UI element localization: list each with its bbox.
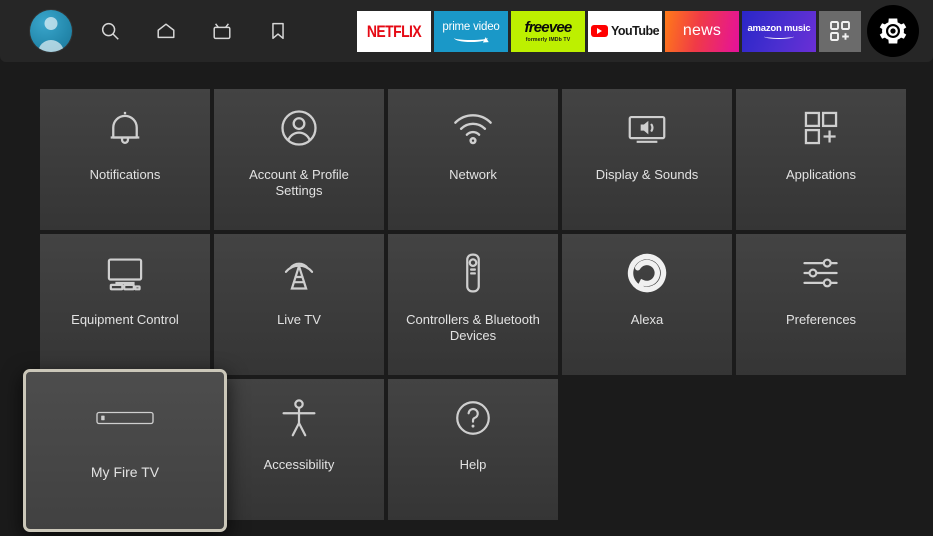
sliders-icon: [736, 234, 906, 312]
settings-tile-label: Account & Profile Settings: [249, 167, 349, 198]
alexa-ring-icon: [562, 234, 732, 312]
settings-tile-alexa[interactable]: Alexa: [562, 234, 732, 375]
equipment-tv-icon: [40, 234, 210, 312]
question-circle-icon: [388, 379, 558, 457]
apps-grid-button[interactable]: [819, 10, 861, 52]
profile-avatar[interactable]: [30, 10, 72, 52]
app-sublabel-freevee: formerly IMDb TV: [525, 37, 571, 43]
app-label-amazon-music: amazon music: [747, 23, 811, 34]
app-label-youtube: YouTube: [610, 24, 660, 38]
youtube-play-icon: [590, 25, 608, 37]
app-label-prime-video: prime video: [442, 20, 500, 33]
settings-tile-accessibility[interactable]: Accessibility: [214, 379, 384, 520]
settings-tile-preferences[interactable]: Preferences: [736, 234, 906, 375]
settings-tile-label: Preferences: [785, 312, 857, 327]
apps-grid-plus-icon: [736, 89, 906, 167]
settings-tile-label: Network: [449, 167, 497, 182]
settings-row-2: Equipment Control Live TV Controllers & …: [40, 234, 906, 375]
avatar-head: [44, 17, 58, 30]
settings-grid: Notifications Account & Profile Settings: [23, 89, 906, 532]
app-tile-freevee[interactable]: freevee formerly IMDb TV: [511, 10, 585, 52]
bell-icon: [40, 89, 210, 167]
settings-tile-label: Alexa: [630, 312, 664, 327]
settings-tile-label: Equipment Control: [71, 312, 179, 327]
fire-tv-stick-icon: [26, 372, 224, 464]
remote-control-icon: [388, 234, 558, 312]
search-icon[interactable]: [92, 13, 128, 49]
fire-tv-settings-screen: NETFLIX prime video freevee formerly IMD…: [0, 0, 933, 536]
prime-smile-icon: [454, 34, 488, 42]
settings-tile-controllers-bluetooth-devices[interactable]: Controllers & Bluetooth Devices: [388, 234, 558, 375]
amazon-swoosh-icon: [764, 34, 794, 39]
gear-icon: [878, 16, 908, 46]
avatar-body: [38, 40, 64, 52]
app-tile-youtube[interactable]: YouTube: [588, 10, 662, 52]
settings-tile-my-fire-tv[interactable]: My Fire TV: [23, 369, 227, 532]
display-sound-icon: [562, 89, 732, 167]
broadcast-tower-icon: [214, 234, 384, 312]
account-circle-icon: [214, 89, 384, 167]
settings-button[interactable]: [867, 5, 919, 57]
settings-tile-notifications[interactable]: Notifications: [40, 89, 210, 230]
live-tv-icon[interactable]: [204, 13, 240, 49]
app-label-freevee: freevee: [524, 19, 573, 36]
settings-tile-equipment-control[interactable]: Equipment Control: [40, 234, 210, 375]
app-tile-news[interactable]: news: [665, 10, 739, 52]
primary-nav: [30, 0, 296, 62]
app-tile-netflix[interactable]: NETFLIX: [357, 10, 431, 52]
settings-tile-label: Notifications: [89, 167, 161, 182]
app-shortcuts-row: NETFLIX prime video freevee formerly IMD…: [357, 0, 919, 62]
app-label-news: news: [682, 22, 722, 39]
accessibility-person-icon: [214, 379, 384, 457]
settings-tile-label: Display & Sounds: [595, 167, 699, 182]
settings-row-1: Notifications Account & Profile Settings: [40, 89, 906, 230]
settings-tile-display-sounds[interactable]: Display & Sounds: [562, 89, 732, 230]
settings-tile-network[interactable]: Network: [388, 89, 558, 230]
settings-tile-label: Accessibility: [263, 457, 335, 472]
settings-tile-label: Controllers & Bluetooth Devices: [406, 312, 540, 343]
settings-tile-empty-2: [736, 379, 906, 520]
home-icon[interactable]: [148, 13, 184, 49]
settings-row-3: My Fire TV Accessibility Help: [23, 369, 906, 532]
settings-tile-label: Applications: [785, 167, 857, 182]
settings-tile-label: Help: [459, 457, 487, 472]
top-navigation-bar: NETFLIX prime video freevee formerly IMD…: [0, 0, 933, 62]
wifi-icon: [388, 89, 558, 167]
app-label-netflix: NETFLIX: [366, 21, 422, 41]
settings-tile-label: Live TV: [277, 312, 321, 327]
app-tile-amazon-music[interactable]: amazon music: [742, 10, 816, 52]
settings-tile-applications[interactable]: Applications: [736, 89, 906, 230]
settings-tile-label: My Fire TV: [90, 464, 160, 480]
settings-tile-help[interactable]: Help: [388, 379, 558, 520]
apps-grid-plus-icon: [828, 19, 852, 43]
settings-tile-live-tv[interactable]: Live TV: [214, 234, 384, 375]
app-tile-prime-video[interactable]: prime video: [434, 10, 508, 52]
settings-tile-empty-1: [562, 379, 732, 520]
bookmark-icon[interactable]: [260, 13, 296, 49]
settings-tile-account-profile-settings[interactable]: Account & Profile Settings: [214, 89, 384, 230]
